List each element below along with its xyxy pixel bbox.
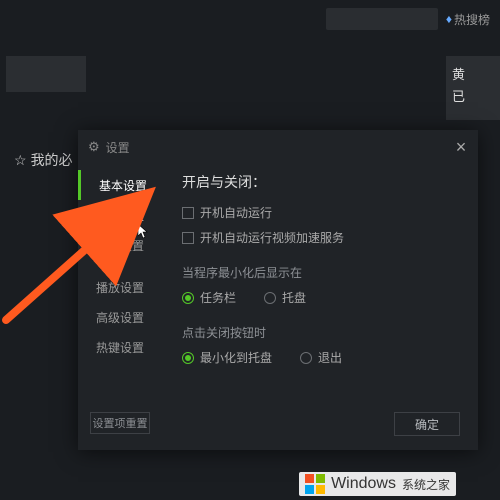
confirm-label: 确定 bbox=[415, 416, 439, 433]
close-button[interactable]: × bbox=[452, 138, 470, 156]
banner-card bbox=[6, 56, 86, 92]
sidebar-item-label: 播放设置 bbox=[96, 279, 144, 296]
sidebar-item-label: 下载设置 bbox=[96, 207, 144, 224]
fire-icon: ♦ bbox=[446, 12, 452, 26]
sidebar-item-label: 高级设置 bbox=[96, 309, 144, 326]
radio-label: 最小化到托盘 bbox=[200, 349, 272, 366]
star-icon: ☆ bbox=[14, 152, 27, 169]
radio-label: 退出 bbox=[318, 349, 342, 366]
gear-icon: ⚙ bbox=[88, 139, 100, 155]
sidebar-item-playback[interactable]: 播放设置 bbox=[78, 272, 164, 302]
dialog-title: 设置 bbox=[106, 139, 130, 156]
reset-button[interactable]: 设置项重置 bbox=[90, 412, 150, 434]
checkbox-autorun[interactable]: 开机自动运行 bbox=[182, 204, 460, 221]
radio-label: 任务栏 bbox=[200, 289, 236, 306]
watermark-brand: Windows bbox=[331, 475, 396, 493]
radio-icon bbox=[264, 292, 276, 304]
section-title: 开启与关闭： bbox=[182, 172, 460, 192]
minimize-radio-group: 任务栏 托盘 bbox=[182, 289, 460, 306]
watermark-suffix: 系统之家 bbox=[402, 476, 450, 493]
radio-tray[interactable]: 托盘 bbox=[264, 289, 306, 306]
settings-dialog: ⚙ 设置 × 基本设置 下载设置 其他设置 播放设置 高级设 bbox=[78, 130, 478, 450]
sidebar-item-hotkey[interactable]: 热键设置 bbox=[78, 332, 164, 362]
search-input[interactable] bbox=[326, 8, 438, 30]
favorites-title: 我的必 bbox=[31, 150, 73, 170]
reset-label: 设置项重置 bbox=[93, 415, 148, 431]
sidebar-item-advanced[interactable]: 高级设置 bbox=[78, 302, 164, 332]
radio-minimize-to-tray[interactable]: 最小化到托盘 bbox=[182, 349, 272, 366]
checkbox-accel-service[interactable]: 开机自动运行视频加速服务 bbox=[182, 229, 460, 246]
radio-label: 托盘 bbox=[282, 289, 306, 306]
hot-search-label: 热搜榜 bbox=[454, 11, 490, 28]
hot-search-link[interactable]: ♦ 热搜榜 bbox=[446, 11, 490, 28]
sidebar-item-label: 热键设置 bbox=[96, 339, 144, 356]
sidebar-item-download[interactable]: 下载设置 bbox=[78, 200, 164, 230]
favorites-header: ☆ 我的必 bbox=[14, 150, 73, 170]
radio-icon bbox=[182, 352, 194, 364]
radio-taskbar[interactable]: 任务栏 bbox=[182, 289, 236, 306]
confirm-button[interactable]: 确定 bbox=[394, 412, 460, 436]
sidebar-item-label: 其他设置 bbox=[96, 237, 144, 254]
radio-exit[interactable]: 退出 bbox=[300, 349, 342, 366]
right-card: 黄 已 bbox=[446, 56, 500, 120]
sidebar-item-other[interactable]: 其他设置 bbox=[78, 230, 164, 260]
checkbox-label: 开机自动运行视频加速服务 bbox=[200, 229, 344, 246]
checkbox-icon bbox=[182, 232, 194, 244]
dialog-header: ⚙ 设置 × bbox=[78, 130, 478, 164]
sidebar-item-basic[interactable]: 基本设置 bbox=[78, 170, 164, 200]
checkbox-label: 开机自动运行 bbox=[200, 204, 272, 221]
windows-logo-icon bbox=[305, 474, 325, 494]
right-card-line1: 黄 bbox=[452, 64, 494, 86]
close-icon: × bbox=[456, 137, 467, 158]
checkbox-icon bbox=[182, 207, 194, 219]
closebtn-subtitle: 点击关闭按钮时 bbox=[182, 324, 460, 341]
settings-sidebar: 基本设置 下载设置 其他设置 播放设置 高级设置 热键设置 设置 bbox=[78, 164, 164, 450]
windows-watermark: Windows 系统之家 bbox=[299, 472, 456, 496]
close-radio-group: 最小化到托盘 退出 bbox=[182, 349, 460, 366]
right-card-line2: 已 bbox=[452, 86, 494, 108]
settings-content: 开启与关闭： 开机自动运行 开机自动运行视频加速服务 当程序最小化后显示在 任务… bbox=[164, 164, 478, 450]
radio-icon bbox=[182, 292, 194, 304]
radio-icon bbox=[300, 352, 312, 364]
sidebar-item-label: 基本设置 bbox=[99, 177, 147, 194]
minimize-subtitle: 当程序最小化后显示在 bbox=[182, 264, 460, 281]
